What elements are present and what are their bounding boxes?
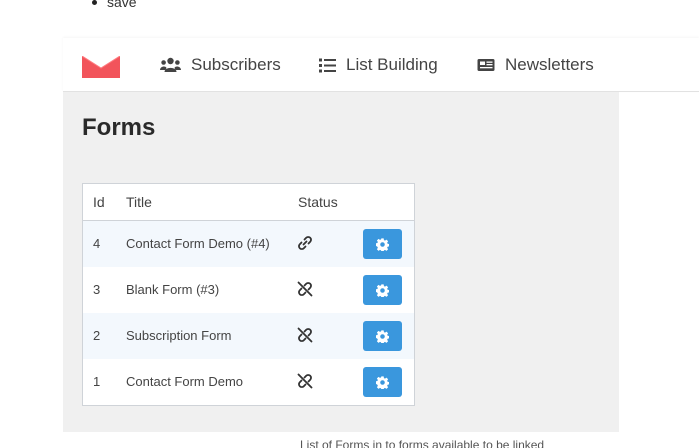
table-row: 3 Blank Form (#3) — [83, 267, 414, 313]
gear-icon — [376, 237, 389, 251]
table-header: Id Title Status — [83, 184, 414, 221]
nav-subscribers[interactable]: Subscribers — [160, 38, 281, 92]
nav-list-building[interactable]: List Building — [319, 38, 438, 92]
main-content: Forms Id Title Status 4 Contact Form Dem… — [63, 92, 619, 432]
header-id: Id — [93, 194, 105, 210]
gear-icon — [376, 329, 389, 343]
nav-newsletters[interactable]: Newsletters — [477, 38, 594, 92]
forms-table: Id Title Status 4 Contact Form Demo (#4) — [82, 183, 415, 406]
settings-button[interactable] — [363, 321, 402, 351]
unlink-icon — [297, 281, 313, 297]
table-row: 4 Contact Form Demo (#4) — [83, 221, 414, 267]
page-title: Forms — [82, 114, 156, 141]
brand-logo-icon[interactable] — [82, 56, 120, 78]
row-id: 1 — [93, 374, 101, 389]
nav-list-building-label: List Building — [346, 55, 438, 74]
settings-button[interactable] — [363, 367, 402, 397]
unlink-icon — [297, 327, 313, 343]
users-icon — [160, 57, 181, 72]
top-navigation-bar: Subscribers List Building Newsletters — [63, 38, 699, 92]
nav-subscribers-label: Subscribers — [191, 55, 281, 74]
plugin-app: Subscribers List Building Newsletters Fo… — [63, 38, 699, 445]
table-row: 1 Contact Form Demo — [83, 359, 414, 405]
settings-button[interactable] — [363, 275, 402, 305]
newspaper-icon — [477, 59, 495, 71]
settings-button[interactable] — [363, 229, 402, 259]
row-id: 2 — [93, 328, 101, 343]
unlink-icon — [297, 373, 313, 389]
row-title: Contact Form Demo (#4) — [126, 236, 270, 251]
row-id: 4 — [93, 236, 101, 251]
top-bullet-text: save — [107, 0, 137, 10]
gear-icon — [376, 283, 389, 297]
row-id: 3 — [93, 282, 101, 297]
table-row: 2 Subscription Form — [83, 313, 414, 359]
bullet-dot — [92, 0, 97, 5]
header-status: Status — [298, 194, 338, 210]
top-bullet-item: save — [92, 0, 137, 10]
nav-newsletters-label: Newsletters — [505, 55, 594, 74]
row-title: Subscription Form — [126, 328, 232, 343]
row-title: Contact Form Demo — [126, 374, 244, 389]
link-icon — [298, 236, 312, 250]
footer-description: List of Forms in to forms available to b… — [300, 438, 545, 448]
header-title: Title — [126, 194, 152, 210]
gear-icon — [376, 375, 389, 389]
list-icon — [319, 58, 336, 72]
row-title: Blank Form (#3) — [126, 282, 220, 297]
